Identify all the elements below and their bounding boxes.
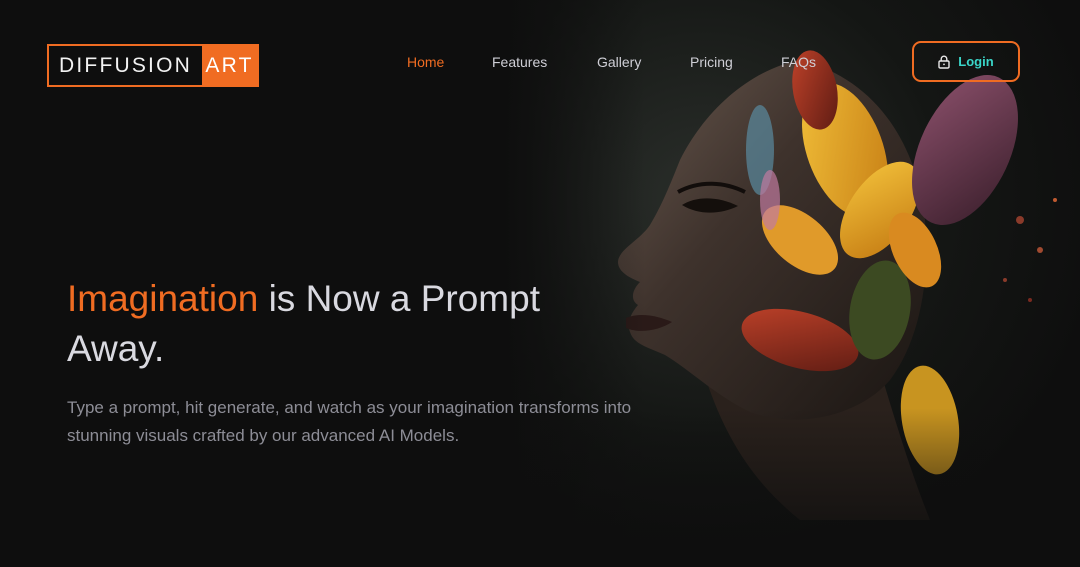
headline-accent: Imagination (67, 278, 259, 319)
brand-name-accent: ART (202, 46, 257, 85)
brand-name-main: DIFFUSION (59, 53, 192, 77)
hero-subtext: Type a prompt, hit generate, and watch a… (67, 398, 632, 445)
login-button[interactable]: Login (912, 41, 1020, 82)
nav-item-home[interactable]: Home (407, 54, 444, 70)
nav-item-features[interactable]: Features (492, 54, 547, 70)
nav-item-pricing[interactable]: Pricing (690, 54, 733, 70)
nav-item-faqs[interactable]: FAQs (781, 54, 816, 70)
lock-icon (938, 55, 950, 69)
brand-logo[interactable]: DIFFUSION ART (47, 44, 259, 87)
hero-headline: Imagination is Now a Prompt Away. (67, 274, 627, 374)
landing-page: DIFFUSION ART Home Features Gallery Pric… (0, 0, 1080, 567)
login-label: Login (958, 54, 994, 69)
nav-item-gallery[interactable]: Gallery (597, 54, 641, 70)
